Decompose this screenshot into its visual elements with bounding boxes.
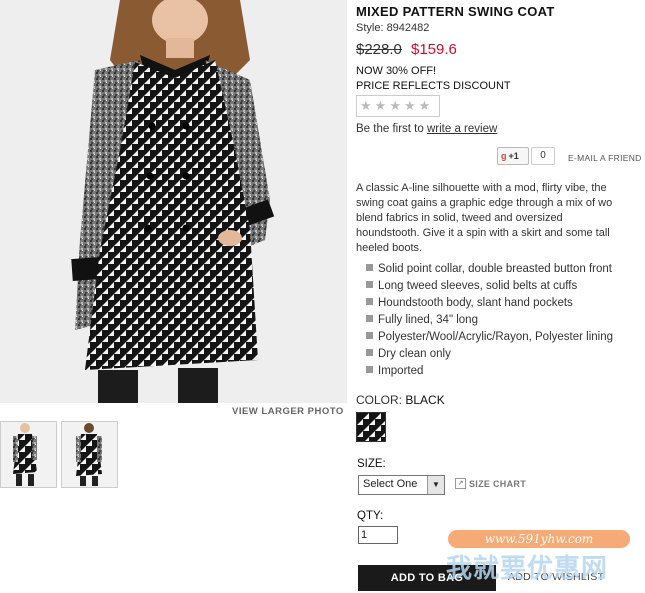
discount-note: PRICE REFLECTS DISCOUNT	[356, 80, 511, 92]
star-icon: ★	[374, 98, 387, 113]
color-swatch-black[interactable]	[356, 412, 386, 442]
feature-text: Polyester/Wool/Acrylic/Rayon, Polyester …	[378, 331, 613, 343]
gplus-label: +1	[508, 151, 519, 161]
description-line: A classic A-line silhouette with a mod, …	[356, 182, 607, 194]
feature-text: Long tweed sleeves, solid belts at cuffs	[378, 280, 578, 292]
houndstooth-swatch-icon	[357, 413, 385, 441]
description-line: heeled boots.	[356, 242, 423, 254]
review-prompt: Be the first to write a review	[356, 123, 497, 135]
coat-illustration	[0, 0, 347, 403]
size-chart-link[interactable]: SIZE CHART	[469, 479, 526, 489]
bullet-icon	[366, 264, 373, 271]
feature-item: Houndstooth body, slant hand pockets	[366, 295, 613, 312]
description-line: blend fabrics in solid, tweed and oversi…	[356, 212, 563, 224]
feature-item: Dry clean only	[366, 346, 613, 363]
star-icon: ★	[389, 98, 401, 113]
thumbnail-front[interactable]	[0, 421, 57, 488]
bullet-icon	[366, 281, 373, 288]
promo-text: NOW 30% OFF!	[356, 65, 437, 77]
product-style-number: Style: 8942482	[356, 22, 430, 34]
thumbnail-back[interactable]	[61, 421, 118, 488]
feature-item: Imported	[366, 363, 613, 380]
original-price: $228.0	[356, 41, 402, 58]
qty-input[interactable]: 1	[358, 526, 398, 544]
google-icon: g	[501, 151, 507, 161]
thumbnail-front-image	[1, 422, 56, 487]
sale-price: $159.6	[411, 41, 457, 58]
gplus-count: 0	[531, 147, 555, 165]
feature-text: Dry clean only	[378, 348, 451, 360]
feature-text: Houndstooth body, slant hand pockets	[378, 297, 573, 309]
product-description: A classic A-line silhouette with a mod, …	[356, 181, 645, 256]
thumbnail-back-image	[62, 422, 117, 487]
watermark-logo: 我就要优惠网	[446, 553, 609, 583]
color-label: COLOR: BLACK	[356, 393, 445, 407]
email-a-friend-link[interactable]: E-MAIL A FRIEND	[568, 153, 642, 163]
feature-text: Solid point collar, double breasted butt…	[378, 263, 612, 275]
feature-item: Solid point collar, double breasted butt…	[366, 261, 613, 278]
feature-text: Imported	[378, 365, 424, 377]
color-label-text: COLOR:	[356, 393, 403, 407]
star-icon: ★	[418, 98, 431, 113]
description-line: houndstooth. Give it a spin with a skirt…	[356, 227, 610, 239]
chevron-down-icon: ▼	[427, 476, 444, 494]
star-icon: ★	[360, 98, 372, 113]
size-select-value: Select One	[363, 478, 418, 490]
size-chart-icon[interactable]: ↗	[455, 478, 466, 489]
feature-item: Long tweed sleeves, solid belts at cuffs	[366, 278, 613, 295]
qty-label: QTY:	[357, 510, 384, 522]
bullet-icon	[366, 298, 373, 305]
review-prefix: Be the first to	[356, 123, 424, 135]
view-larger-photo-link[interactable]: VIEW LARGER PHOTO	[232, 406, 344, 417]
watermark-url: www.591yhw.com	[448, 530, 630, 548]
product-title: MIXED PATTERN SWING COAT	[356, 4, 555, 19]
bullet-icon	[366, 315, 373, 322]
product-main-image[interactable]	[0, 0, 347, 403]
feature-item: Polyester/Wool/Acrylic/Rayon, Polyester …	[366, 329, 613, 346]
google-plus-button[interactable]: g +1	[497, 147, 529, 165]
star-icon: ★	[403, 98, 416, 113]
rating-stars: ★ ★ ★ ★ ★	[356, 95, 440, 117]
feature-text: Fully lined, 34" long	[378, 314, 478, 326]
bullet-icon	[366, 349, 373, 356]
feature-item: Fully lined, 34" long	[366, 312, 613, 329]
size-select[interactable]: Select One ▼	[358, 475, 445, 495]
bullet-icon	[366, 332, 373, 339]
color-value: BLACK	[405, 393, 445, 407]
description-line: swing coat gains a graphic edge through …	[356, 197, 613, 209]
feature-list: Solid point collar, double breasted butt…	[366, 261, 613, 380]
size-label: SIZE:	[357, 458, 386, 470]
write-review-link[interactable]: write a review	[427, 123, 497, 135]
bullet-icon	[366, 366, 373, 373]
